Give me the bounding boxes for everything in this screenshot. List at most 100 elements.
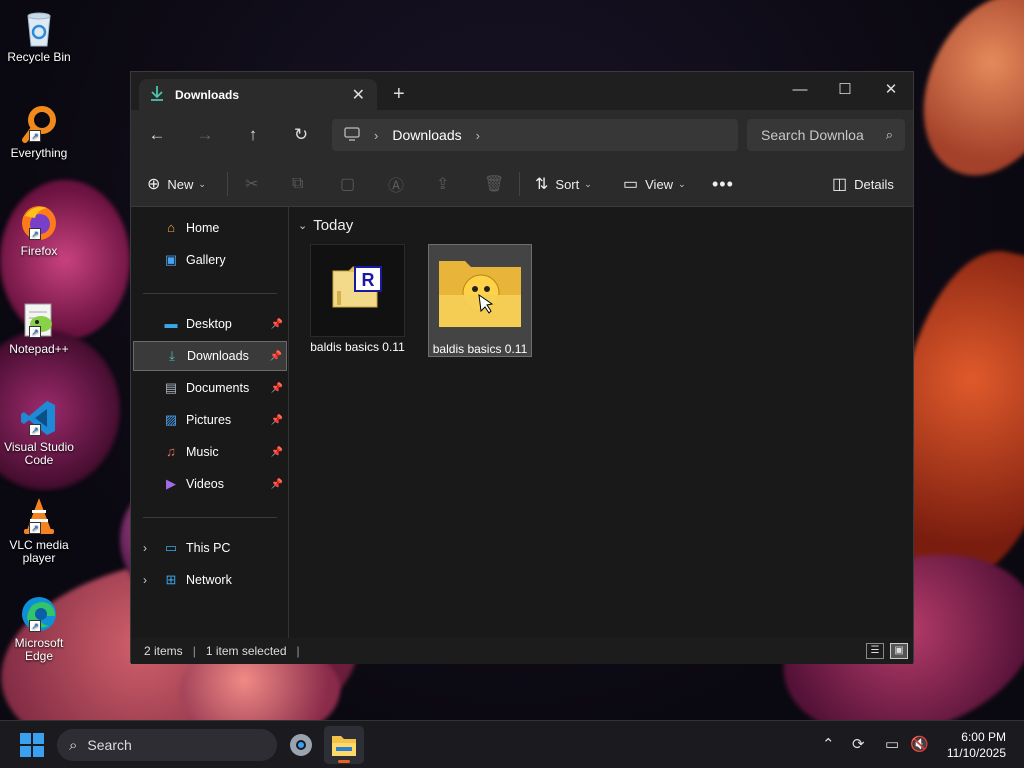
- new-tab-button[interactable]: +: [393, 84, 405, 104]
- refresh-button[interactable]: ↻: [289, 123, 313, 147]
- pin-icon[interactable]: 📌: [271, 415, 283, 426]
- file-explorer-window: Downloads ✕ + — ☐ ✕ ← → ↑ ↻ › Downloads …: [130, 71, 914, 664]
- desktop-icon-label: Everything: [10, 146, 68, 160]
- view-button[interactable]: ▭ View ⌄: [623, 173, 686, 195]
- chevron-down-icon: ⌄: [678, 178, 686, 189]
- details-pane-icon: ◫: [832, 176, 848, 193]
- search-icon: ⌕: [69, 736, 78, 754]
- copy-button[interactable]: ⧉: [292, 173, 310, 195]
- breadcrumb-downloads[interactable]: Downloads: [392, 127, 461, 143]
- shortcut-arrow-icon: ↗: [29, 620, 41, 632]
- tab-downloads[interactable]: Downloads ✕: [139, 79, 377, 110]
- file-item[interactable]: R baldis basics 0.11: [310, 244, 405, 357]
- show-hidden-icons-button[interactable]: ⌃: [822, 735, 835, 753]
- command-bar: ⊕ New ⌄ ✂ ⧉ ▢ Ⓐ ⇪ 🗑 ⇅ Sort ⌄ ▭ View ⌄ ••…: [131, 160, 913, 207]
- address-bar: ← → ↑ ↻ › Downloads › Search Downloa ⌕: [131, 110, 913, 160]
- large-icons-view-toggle[interactable]: ▣: [890, 643, 908, 659]
- taskbar-file-explorer[interactable]: [324, 726, 364, 764]
- minimize-button[interactable]: —: [785, 78, 815, 102]
- close-tab-icon[interactable]: ✕: [352, 85, 365, 105]
- nav-item-videos[interactable]: ▶ Videos 📌: [133, 469, 287, 499]
- clipboard-icon: ▢: [340, 176, 356, 193]
- sort-arrows-icon: ⇅: [535, 176, 549, 193]
- desktop-icon-everything[interactable]: ↗ Everything: [2, 104, 76, 160]
- desktop-icon-vscode[interactable]: ↗ Visual Studio Code: [2, 398, 76, 467]
- pin-icon[interactable]: 📌: [271, 383, 283, 394]
- desktop-icon-edge[interactable]: ↗ Microsoft Edge: [2, 594, 76, 663]
- display-icon[interactable]: ▭: [885, 735, 899, 753]
- pin-icon[interactable]: 📌: [271, 447, 283, 458]
- desktop-icon-notepadpp[interactable]: ↗ Notepad++: [2, 300, 76, 356]
- gear-icon: [290, 734, 312, 756]
- system-clock[interactable]: 6:00 PM 11/10/2025: [947, 729, 1006, 761]
- breadcrumb[interactable]: › Downloads ›: [332, 119, 738, 151]
- shortcut-arrow-icon: ↗: [29, 424, 41, 436]
- start-button[interactable]: [20, 733, 44, 757]
- pin-icon[interactable]: 📌: [270, 351, 282, 362]
- desktop-icon-firefox[interactable]: ↗ Firefox: [2, 202, 76, 258]
- file-name: baldis basics 0.11: [310, 340, 405, 354]
- nav-label: Videos: [186, 477, 224, 491]
- chevron-right-icon[interactable]: ›: [476, 128, 480, 143]
- folder-item[interactable]: baldis basics 0.11: [428, 244, 532, 357]
- nav-label: Gallery: [186, 253, 226, 267]
- taskbar-search[interactable]: ⌕ Search: [57, 729, 277, 761]
- new-button[interactable]: ⊕ New ⌄: [147, 173, 206, 195]
- computer-icon: ▭: [164, 540, 178, 555]
- cut-button[interactable]: ✂: [245, 173, 265, 195]
- details-button[interactable]: ◫ Details: [832, 173, 894, 195]
- paste-button[interactable]: ▢: [340, 173, 362, 195]
- nav-item-desktop[interactable]: ▬ Desktop 📌: [133, 309, 287, 339]
- desktop-icon-label: Visual Studio Code: [4, 440, 74, 467]
- nav-item-this-pc[interactable]: › ▭ This PC: [133, 533, 287, 563]
- chevron-right-icon[interactable]: ›: [143, 541, 147, 555]
- vscode-icon: ↗: [19, 398, 59, 438]
- details-label: Details: [854, 176, 894, 192]
- desktop-icon-vlc[interactable]: ↗ VLC media player: [2, 496, 76, 565]
- status-separator: |: [192, 644, 196, 658]
- document-icon: ▤: [164, 380, 178, 395]
- list-view-icon: ☰: [870, 645, 880, 656]
- sync-icon[interactable]: ⟳: [852, 735, 865, 753]
- back-button[interactable]: ←: [145, 123, 169, 147]
- nav-item-gallery[interactable]: ▣ Gallery: [133, 245, 287, 275]
- clock-time: 6:00 PM: [961, 730, 1006, 744]
- taskbar-settings[interactable]: [281, 726, 321, 764]
- nav-item-home[interactable]: ⌂ Home: [133, 213, 287, 243]
- desktop-icon-label: Microsoft Edge: [14, 636, 64, 663]
- rename-icon: Ⓐ: [388, 178, 405, 195]
- group-header-label: Today: [313, 217, 354, 234]
- sort-button[interactable]: ⇅ Sort ⌄: [535, 173, 592, 195]
- more-options-button[interactable]: •••: [712, 173, 734, 195]
- pin-icon[interactable]: 📌: [271, 479, 283, 490]
- group-header-today[interactable]: ⌄ Today: [298, 217, 353, 234]
- nav-item-documents[interactable]: ▤ Documents 📌: [133, 373, 287, 403]
- forward-button[interactable]: →: [193, 123, 217, 147]
- desktop-icon-label: VLC media player: [9, 538, 69, 565]
- nav-item-music[interactable]: ♫ Music 📌: [133, 437, 287, 467]
- rename-button[interactable]: Ⓐ: [388, 173, 411, 195]
- delete-button[interactable]: 🗑: [484, 173, 511, 195]
- search-input[interactable]: Search Downloa ⌕: [747, 119, 905, 151]
- up-button[interactable]: ↑: [241, 123, 265, 147]
- ellipsis-icon: •••: [712, 173, 734, 194]
- maximize-button[interactable]: ☐: [830, 78, 860, 102]
- search-icon: ⌕: [885, 127, 893, 142]
- share-button[interactable]: ⇪: [436, 173, 456, 195]
- item-count: 2 items: [144, 644, 183, 658]
- pin-icon[interactable]: 📌: [271, 319, 283, 330]
- chevron-down-icon: ⌄: [198, 178, 206, 189]
- desktop-icon-recycle-bin[interactable]: Recycle Bin: [2, 8, 76, 64]
- nav-item-network[interactable]: › ⊞ Network: [133, 565, 287, 595]
- nav-label: Pictures: [186, 413, 232, 427]
- chevron-right-icon[interactable]: ›: [143, 573, 147, 587]
- new-label: New: [167, 176, 194, 192]
- close-window-button[interactable]: ✕: [876, 78, 906, 102]
- nav-item-pictures[interactable]: ▨ Pictures 📌: [133, 405, 287, 435]
- volume-muted-icon[interactable]: 🔇: [910, 735, 929, 753]
- chevron-up-icon: ⌃: [822, 736, 835, 753]
- nav-item-downloads[interactable]: ⤓ Downloads 📌: [133, 341, 287, 371]
- chevron-right-icon[interactable]: ›: [374, 128, 378, 143]
- details-view-toggle[interactable]: ☰: [866, 643, 884, 659]
- download-arrow-icon: ⤓: [169, 348, 175, 363]
